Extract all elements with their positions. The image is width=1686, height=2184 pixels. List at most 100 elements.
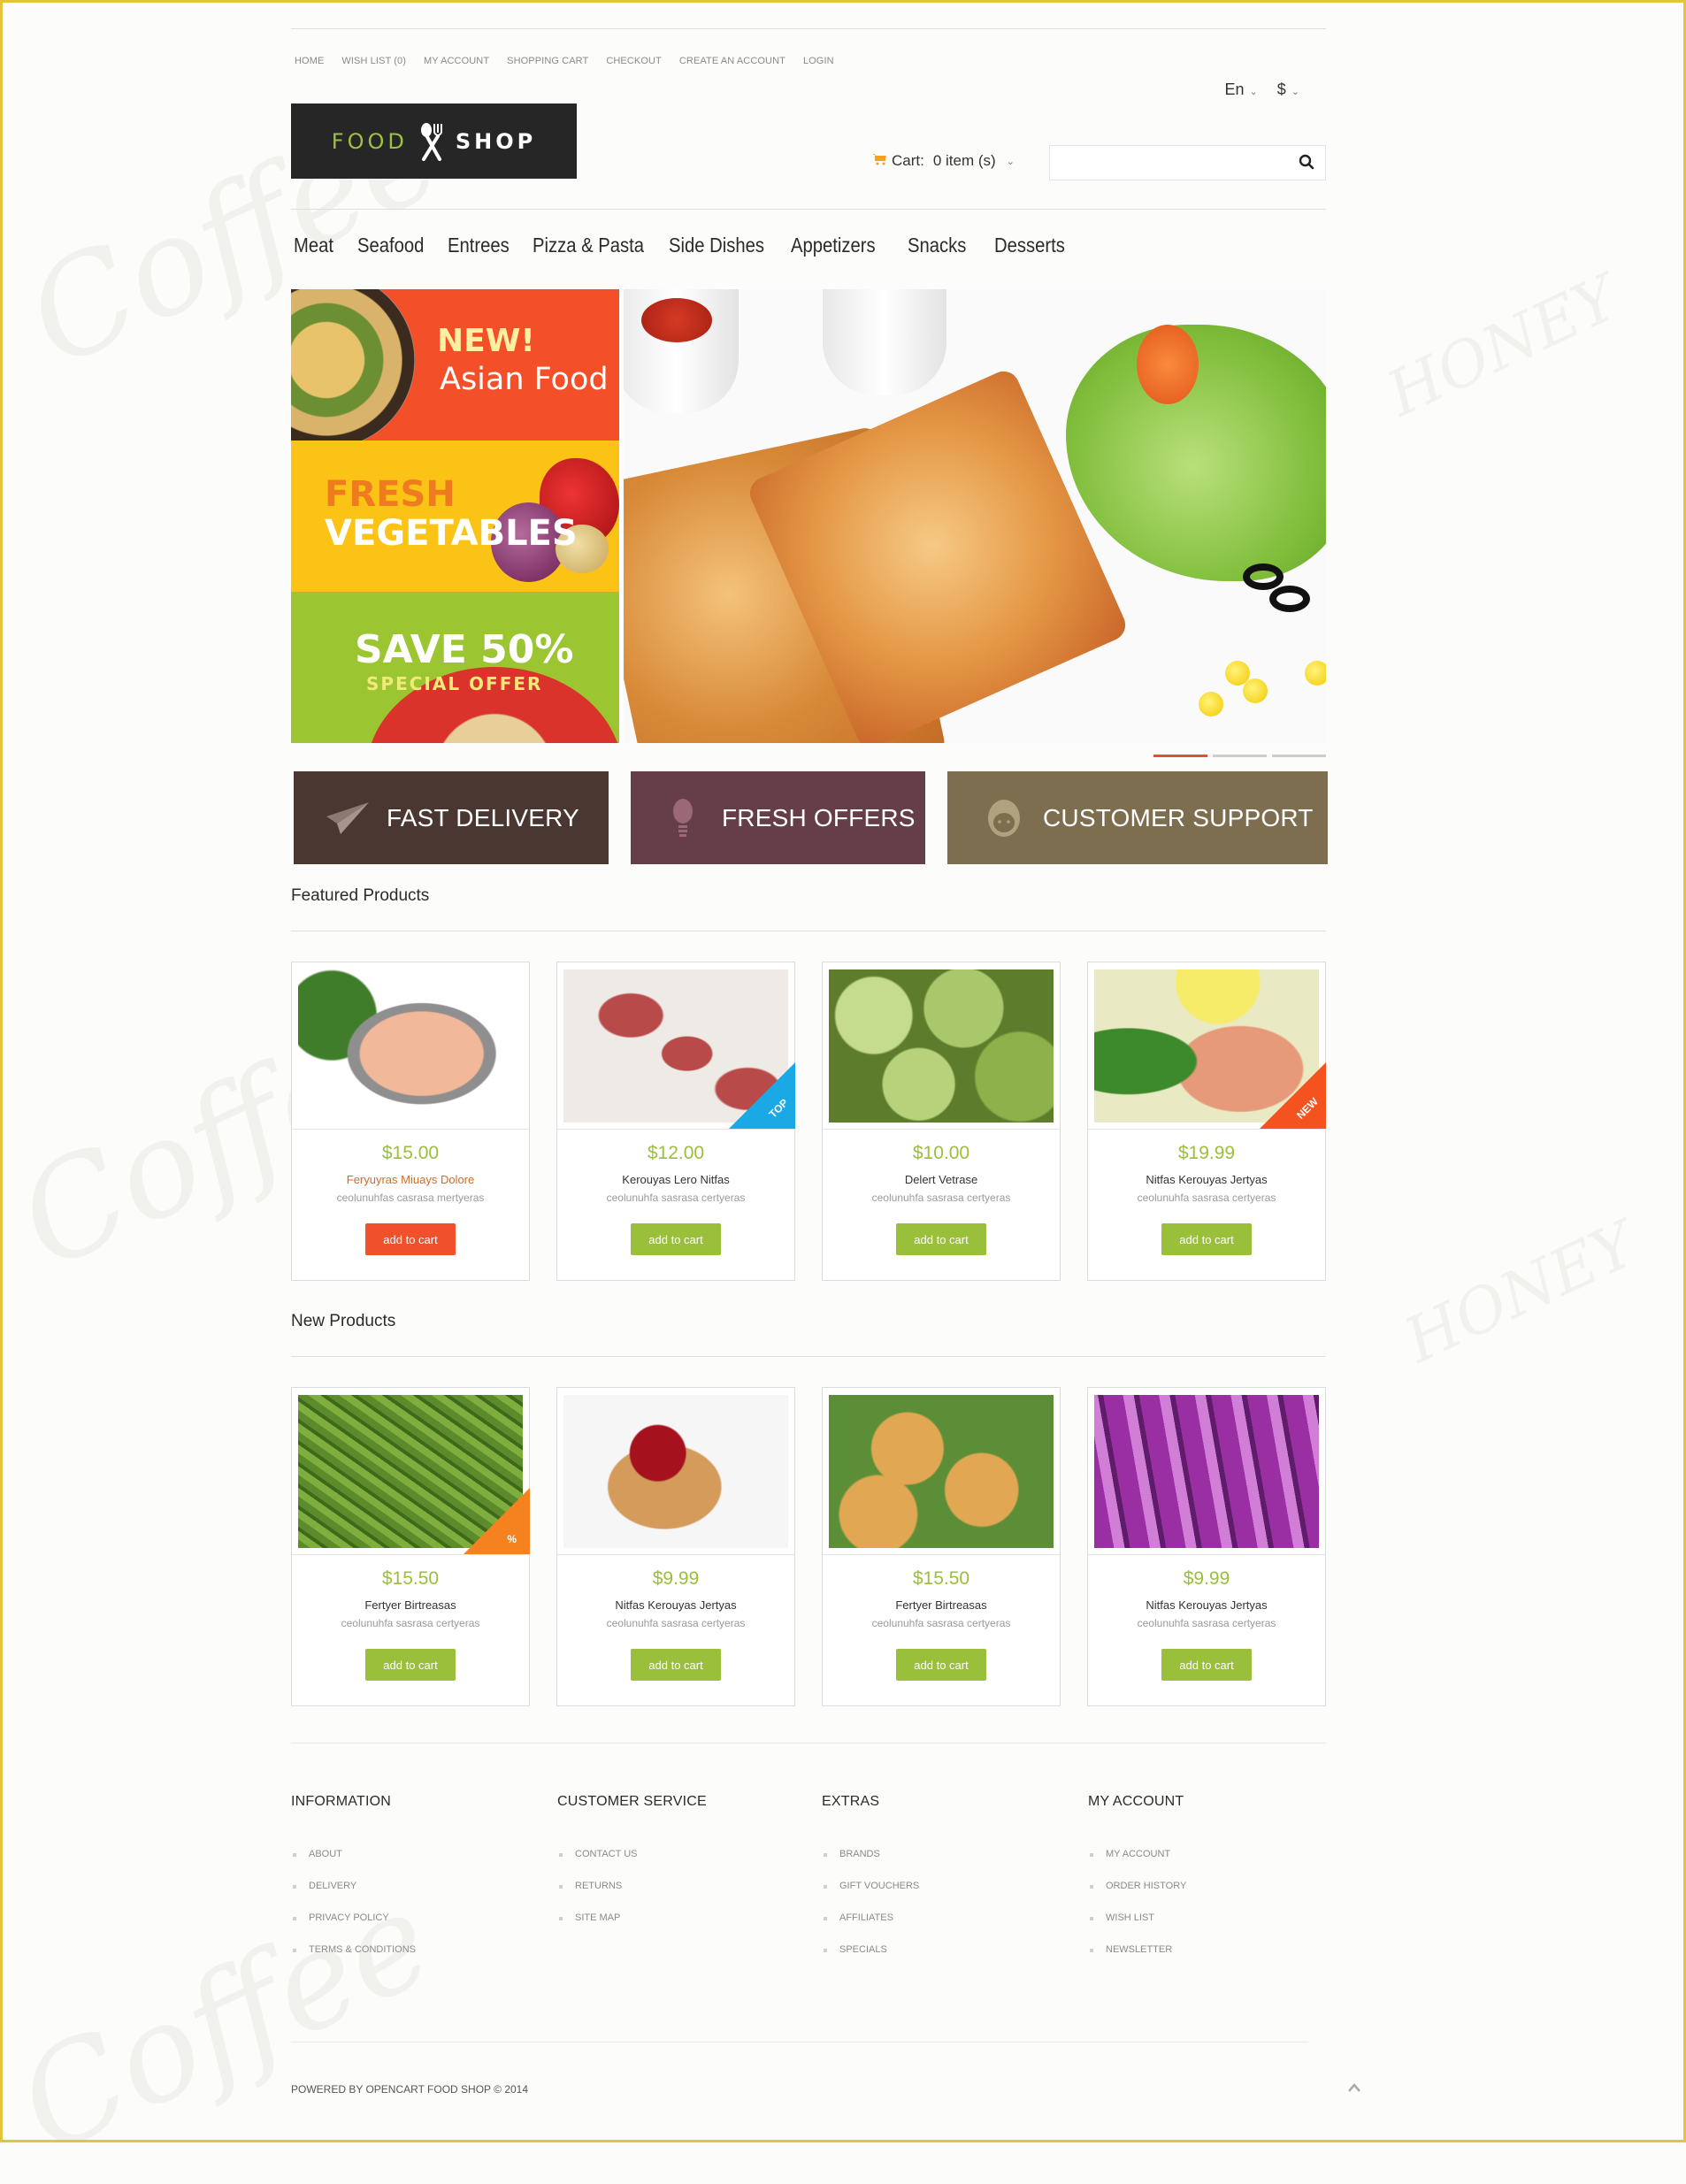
slide-decor [641, 298, 712, 342]
footer-link-gift-vouchers[interactable]: GIFT VOUCHERS [822, 1881, 919, 1912]
feature-customer-support[interactable]: CUSTOMER SUPPORT [947, 771, 1328, 864]
footer-link-privacy-policy[interactable]: PRIVACY POLICY [291, 1912, 416, 1944]
footer-link-label: DELIVERY [309, 1881, 357, 1891]
footer-link-label: RETURNS [575, 1881, 623, 1891]
top-link-checkout[interactable]: CHECKOUT [606, 56, 662, 66]
product-price: $9.99 [1183, 1568, 1230, 1589]
footer-link-affiliates[interactable]: AFFILIATES [822, 1912, 919, 1944]
bullet-icon [559, 1885, 563, 1889]
page-container: HOME WISH LIST (0) MY ACCOUNT SHOPPING C… [291, 0, 1360, 2142]
slider-dot-1[interactable] [1153, 755, 1207, 757]
footer-link-site-map[interactable]: SITE MAP [557, 1912, 638, 1944]
product-name[interactable]: Kerouyas Lero Nitfas [557, 1173, 794, 1186]
product-card: TOP $12.00 Kerouyas Lero Nitfas ceolunuh… [556, 962, 795, 1281]
bullet-icon [1090, 1853, 1093, 1857]
promo-special-offer[interactable]: SAVE 50% SPECIAL OFFER [291, 592, 619, 743]
top-link-home[interactable]: HOME [295, 56, 324, 66]
feature-fresh-offers[interactable]: FRESH OFFERS [631, 771, 925, 864]
background-doodle: HONEY [1393, 1207, 1647, 1377]
product-name[interactable]: Nitfas Kerouyas Jertyas [1088, 1598, 1325, 1612]
product-image[interactable] [829, 969, 1054, 1123]
top-link-login[interactable]: LOGIN [803, 56, 834, 66]
product-price: $15.00 [381, 1143, 440, 1163]
top-link-shopping-cart[interactable]: SHOPPING CART [507, 56, 588, 66]
product-image[interactable] [1094, 1395, 1319, 1548]
footer-link-order-history[interactable]: ORDER HISTORY [1088, 1881, 1186, 1912]
chevron-up-icon[interactable] [1347, 2079, 1361, 2097]
product-name[interactable]: Feryuyras Miuays Dolore [292, 1173, 529, 1186]
add-to-cart-button[interactable]: add to cart [631, 1649, 721, 1681]
promo-fresh-vegetables[interactable]: FRESH VEGETABLES [291, 441, 619, 592]
logo[interactable]: FOOD SHOP [291, 103, 577, 179]
add-to-cart-button[interactable]: add to cart [631, 1223, 721, 1255]
nav-item-seafood[interactable]: Seafood [357, 234, 433, 257]
bullet-icon [824, 1853, 827, 1857]
product-name[interactable]: Fertyer Birtreasas [292, 1598, 529, 1612]
product-card: $15.00 Feryuyras Miuays Dolore ceolunuhf… [291, 962, 530, 1281]
product-image[interactable] [563, 1395, 788, 1548]
top-link-create-account[interactable]: CREATE AN ACCOUNT [679, 56, 786, 66]
promo-asian-food[interactable]: NEW! Asian Food [291, 289, 619, 441]
cart-dropdown[interactable]: Cart: 0 item (s) ⌄ [872, 152, 1015, 170]
product-name[interactable]: Delert Vetrase [823, 1173, 1060, 1186]
product-image[interactable] [829, 1395, 1054, 1548]
footer-link-about[interactable]: ABOUT [291, 1849, 416, 1881]
feature-fast-delivery[interactable]: FAST DELIVERY [294, 771, 609, 864]
nav-item-side-dishes[interactable]: Side Dishes [669, 234, 773, 257]
hero-slide-image[interactable] [624, 289, 1326, 743]
footer-link-brands[interactable]: BRANDS [822, 1849, 919, 1881]
add-to-cart-button[interactable]: add to cart [896, 1223, 986, 1255]
footer-link-contact-us[interactable]: CONTACT US [557, 1849, 638, 1881]
add-to-cart-button[interactable]: add to cart [896, 1649, 986, 1681]
add-to-cart-button[interactable]: add to cart [1161, 1223, 1252, 1255]
product-price: $15.50 [912, 1568, 970, 1589]
top-link-my-account[interactable]: MY ACCOUNT [424, 56, 489, 66]
nav-item-pizza-pasta[interactable]: Pizza & Pasta [533, 234, 649, 257]
footer-column-extras: EXTRAS BRANDS GIFT VOUCHERS AFFILIATES S… [822, 1794, 1069, 1955]
slide-decor [1199, 692, 1223, 717]
nav-item-entrees[interactable]: Entrees [448, 234, 519, 257]
card-divider [557, 1129, 794, 1130]
footer-link-wish-list[interactable]: WISH LIST [1088, 1912, 1186, 1944]
nav-item-snacks[interactable]: Snacks [908, 234, 981, 257]
product-card: $9.99 Nitfas Kerouyas Jertyas ceolunuhfa… [556, 1387, 795, 1706]
currency-selector[interactable]: $ ⌄ [1277, 80, 1299, 99]
featured-products-grid: $15.00 Feryuyras Miuays Dolore ceolunuhf… [291, 962, 1326, 1281]
promo-title: SAVE 50% [355, 627, 574, 672]
add-to-cart-button[interactable]: add to cart [1161, 1649, 1252, 1681]
footer-link-delivery[interactable]: DELIVERY [291, 1881, 416, 1912]
add-to-cart-button[interactable]: add to cart [365, 1223, 456, 1255]
product-name[interactable]: Nitfas Kerouyas Jertyas [1088, 1173, 1325, 1186]
feature-label: CUSTOMER SUPPORT [1043, 803, 1314, 831]
product-description: ceolunuhfa sasrasa certyeras [871, 1617, 1011, 1629]
slider-dot-3[interactable] [1272, 755, 1326, 757]
header-divider [291, 209, 1326, 210]
footer-link-specials[interactable]: SPECIALS [822, 1944, 919, 1976]
product-image[interactable] [298, 969, 523, 1123]
footer-link-label: ABOUT [309, 1849, 342, 1859]
product-description: ceolunuhfa sasrasa certyeras [871, 1192, 1011, 1204]
product-name[interactable]: Fertyer Birtreasas [823, 1598, 1060, 1612]
nav-item-appetizers[interactable]: Appetizers [791, 234, 891, 257]
product-description: ceolunuhfas casrasa mertyeras [336, 1192, 485, 1204]
language-currency: En ⌄ $ ⌄ [1225, 80, 1299, 99]
language-selector[interactable]: En ⌄ [1225, 80, 1258, 99]
search-icon[interactable] [1299, 154, 1314, 170]
nav-item-desserts[interactable]: Desserts [994, 234, 1072, 257]
add-to-cart-button[interactable]: add to cart [365, 1649, 456, 1681]
bullet-icon [293, 1853, 296, 1857]
footer-link-my-account[interactable]: MY ACCOUNT [1088, 1849, 1186, 1881]
top-link-wishlist[interactable]: WISH LIST (0) [341, 56, 406, 66]
product-name[interactable]: Nitfas Kerouyas Jertyas [557, 1598, 794, 1612]
slider-dot-2[interactable] [1213, 755, 1267, 757]
product-description: ceolunuhfa sasrasa certyeras [1137, 1192, 1276, 1204]
nav-item-meat[interactable]: Meat [294, 234, 347, 257]
footer-link-label: TERMS & CONDITIONS [309, 1944, 417, 1955]
search-input[interactable] [1050, 146, 1298, 178]
footer-link-terms[interactable]: TERMS & CONDITIONS [291, 1944, 416, 1976]
top-links: HOME WISH LIST (0) MY ACCOUNT SHOPPING C… [295, 56, 852, 66]
footer-link-returns[interactable]: RETURNS [557, 1881, 638, 1912]
section-divider [291, 1356, 1326, 1357]
footer-link-newsletter[interactable]: NEWSLETTER [1088, 1944, 1186, 1976]
chevron-down-icon: ⌄ [1249, 87, 1258, 97]
